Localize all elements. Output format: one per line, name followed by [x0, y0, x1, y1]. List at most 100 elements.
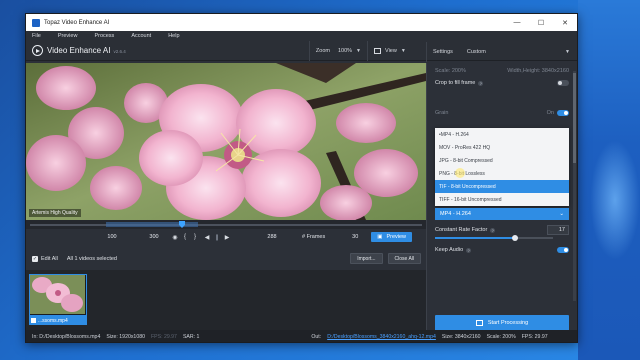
crop-row: Crop to fill frame ?: [435, 80, 569, 86]
current-frame-field[interactable]: 288: [260, 232, 284, 242]
format-dropdown-list: •MP4 - H.264 MOV - ProRes 422 HQ JPG - 8…: [435, 128, 569, 206]
timeline-track: [30, 224, 422, 226]
thumbnail-image: [30, 275, 85, 314]
keep-audio-toggle[interactable]: [557, 247, 569, 253]
crop-label: Crop to fill frame: [435, 80, 476, 86]
video-thumbnail[interactable]: [29, 274, 87, 316]
menu-preview[interactable]: Preview: [58, 33, 78, 39]
crf-slider-fill: [435, 237, 516, 239]
keep-audio-row: Keep Audio ?: [435, 247, 569, 253]
view-control[interactable]: View ▼: [367, 40, 424, 61]
grain-label: Grain: [435, 110, 449, 116]
model-label: Artemis High Quality: [29, 209, 81, 217]
menu-help[interactable]: Help: [168, 33, 179, 39]
close-all-button[interactable]: Close All: [387, 253, 421, 264]
crf-field[interactable]: 17: [547, 225, 569, 235]
preview-icon: ▣: [377, 234, 383, 240]
title-bar: Topaz Video Enhance AI — ☐ ✕: [26, 14, 577, 31]
scale-row: Scale: 200% Width,Height: 3840x2160: [435, 68, 569, 74]
selection-summary: All 1 videos selected: [66, 255, 117, 262]
logo-icon: [32, 45, 43, 56]
keep-audio-label: Keep Audio: [435, 247, 464, 253]
zoom-value: 100%: [337, 47, 353, 54]
thumbnail-label[interactable]: ...ssoms.mp4: [29, 316, 87, 325]
preview-label: Preview: [386, 234, 406, 240]
help-icon[interactable]: ?: [466, 247, 472, 253]
import-button[interactable]: Import...: [350, 253, 383, 264]
window-title: Topaz Video Enhance AI: [44, 19, 110, 26]
frames-value[interactable]: 30: [345, 232, 365, 242]
format-dropdown[interactable]: MP4 - H.264 ⌄: [435, 208, 569, 220]
help-icon[interactable]: ?: [490, 227, 496, 233]
export-icon: [475, 320, 483, 326]
camera-icon[interactable]: ◉: [170, 234, 180, 241]
settings-label: Settings: [433, 49, 453, 55]
selection-bar: ✓ Edit All All 1 videos selected Import.…: [26, 251, 426, 266]
output-fps: FPS: 29.97: [521, 334, 548, 340]
crf-slider[interactable]: [435, 235, 553, 241]
maximize-button[interactable]: ☐: [529, 19, 553, 27]
previous-frame-icon[interactable]: ◀: [202, 234, 212, 241]
video-preview[interactable]: Artemis High Quality: [26, 63, 426, 220]
app-icon: [32, 18, 40, 27]
menu-account[interactable]: Account: [131, 33, 151, 39]
format-option[interactable]: •MP4 - H.264: [435, 128, 569, 141]
preview-button[interactable]: ▣ Preview: [371, 232, 412, 242]
mark-out-icon[interactable]: }: [190, 234, 200, 240]
minimize-button[interactable]: —: [505, 19, 529, 26]
crf-label: Constant Rate Factor: [435, 227, 488, 233]
mark-in-icon[interactable]: {: [180, 234, 190, 240]
input-path: In: D:/Desktop/Blossoms.mp4: [32, 334, 101, 340]
grain-row: Grain On: [435, 110, 569, 116]
zoom-label: Zoom: [315, 47, 330, 54]
crf-row: Constant Rate Factor ? 17: [435, 225, 569, 235]
next-frame-icon[interactable]: ▶: [222, 234, 232, 241]
view-icon: [374, 47, 381, 54]
format-option-highlighted[interactable]: TIF - 8-bit Uncompressed: [435, 180, 569, 193]
view-label: View: [385, 47, 397, 54]
edit-all-label[interactable]: Edit All: [41, 256, 58, 262]
brand-name: Video Enhance AI: [47, 46, 111, 55]
chevron-down-icon: ▼: [356, 47, 361, 54]
start-label: Start Processing: [487, 320, 529, 326]
pause-icon[interactable]: ❚: [212, 234, 222, 241]
preset-value: Custom: [466, 49, 486, 55]
close-button[interactable]: ✕: [553, 19, 577, 27]
chevron-down-icon: ▼: [565, 49, 570, 55]
grain-toggle[interactable]: [557, 110, 569, 116]
output-label: Out:: [311, 334, 322, 340]
chevron-down-icon: ⌄: [559, 211, 564, 217]
settings-header: Settings Custom ▼: [426, 42, 577, 62]
end-frame-field[interactable]: 300: [142, 232, 166, 242]
edit-all-checkbox[interactable]: ✓: [32, 255, 38, 262]
menu-file[interactable]: File: [32, 33, 41, 39]
output-scale: Scale: 200%: [486, 334, 516, 340]
chevron-down-icon: ▼: [400, 47, 406, 54]
format-option[interactable]: JPG - 8-bit Compressed: [435, 154, 569, 167]
format-option[interactable]: MOV - ProRes 422 HQ: [435, 141, 569, 154]
output-size: Size: 3840x2160: [441, 334, 481, 340]
desktop-glow: [590, 140, 640, 260]
filmstrip: ...ssoms.mp4: [26, 270, 426, 330]
settings-scrollbar[interactable]: [573, 71, 576, 301]
start-processing-button[interactable]: Start Processing: [435, 315, 569, 331]
app-window: Topaz Video Enhance AI — ☐ ✕ File Previe…: [25, 13, 578, 343]
preset-dropdown[interactable]: Custom ▼: [463, 46, 574, 58]
format-selected: MP4 - H.264: [440, 211, 471, 217]
crf-slider-knob[interactable]: [512, 235, 519, 241]
crop-toggle[interactable]: [557, 80, 569, 86]
start-frame-field[interactable]: 100: [100, 232, 124, 242]
input-sar: SAR: 1: [182, 334, 200, 340]
help-icon[interactable]: ?: [478, 80, 484, 86]
format-option[interactable]: TIFF - 16-bit Uncompressed: [435, 193, 569, 206]
version-label: v2.6.4: [113, 49, 126, 54]
width-height-text: Width,Height: 3840x2160: [507, 68, 569, 74]
thumbnail-checkbox[interactable]: [31, 318, 36, 323]
menu-process[interactable]: Process: [94, 33, 114, 39]
frames-label: # Frames: [302, 234, 326, 240]
output-path-link[interactable]: D:/Desktop/Blossoms_3840x2160_ahq-12.mp4: [327, 334, 436, 340]
mouse-cursor: [455, 168, 465, 178]
scale-text: Scale: 200%: [435, 68, 466, 74]
zoom-control[interactable]: Zoom 100% ▼: [308, 40, 367, 61]
timeline-scrubber[interactable]: [26, 220, 426, 229]
